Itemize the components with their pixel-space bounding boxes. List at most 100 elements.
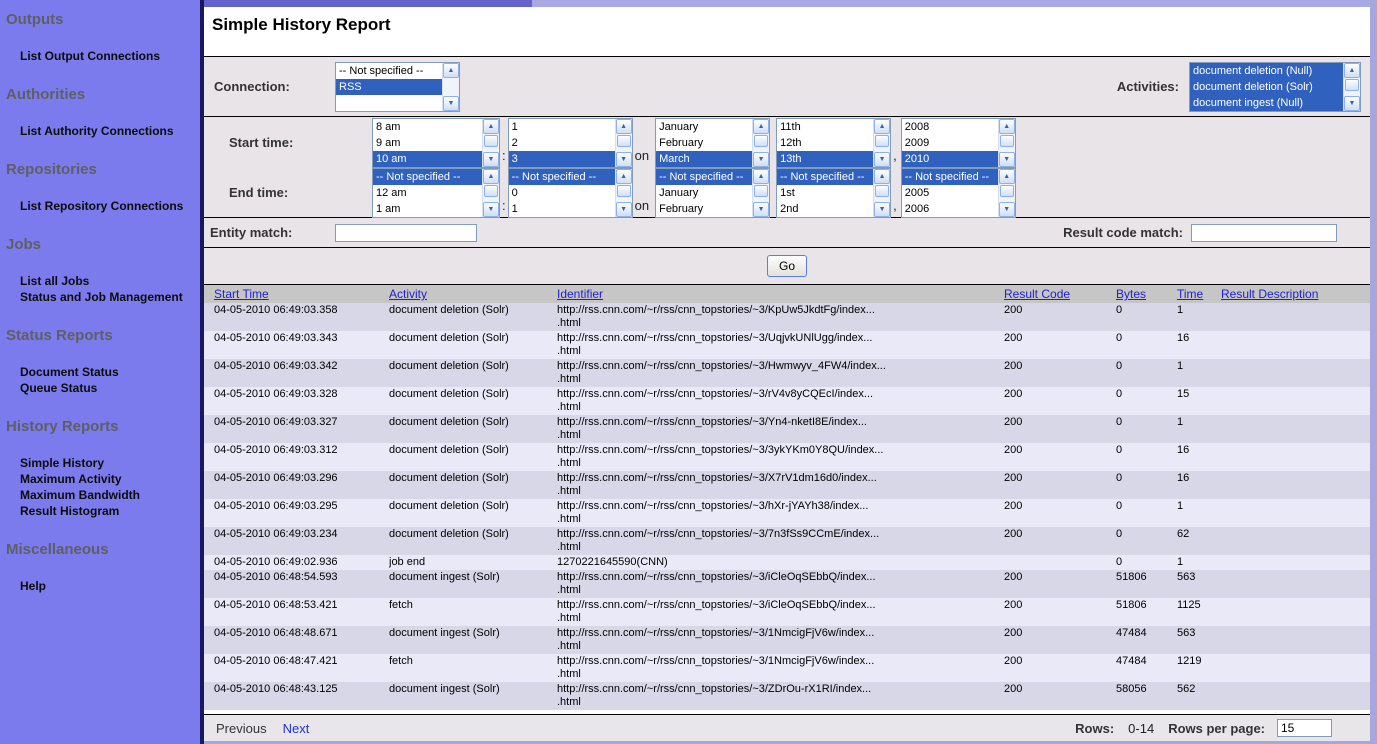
scrollbar[interactable]: ▲ ▼ — [615, 119, 632, 167]
day-option[interactable]: 2nd — [777, 201, 873, 217]
scrollbar-track[interactable] — [616, 184, 632, 202]
column-header-link[interactable]: Result Description — [1221, 287, 1318, 301]
scrollbar[interactable]: ▲ ▼ — [752, 119, 769, 167]
day-option[interactable]: 13th — [777, 151, 873, 167]
hour-option[interactable]: -- Not specified -- — [373, 169, 482, 185]
scroll-up-icon[interactable]: ▲ — [483, 119, 499, 134]
month-option[interactable]: January — [656, 119, 752, 135]
end-minute-listbox[interactable]: -- Not specified --01 ▲ ▼ — [508, 168, 633, 218]
scrollbar-track[interactable] — [874, 134, 890, 152]
end-day-listbox[interactable]: -- Not specified --1st2nd ▲ ▼ — [776, 168, 891, 218]
sidebar-item-list-output-connections[interactable]: List Output Connections — [20, 48, 200, 64]
sidebar-item-document-status[interactable]: Document Status — [20, 364, 200, 380]
column-header-link[interactable]: Bytes — [1116, 287, 1146, 301]
day-option[interactable]: -- Not specified -- — [777, 169, 873, 185]
scroll-up-icon[interactable]: ▲ — [874, 119, 890, 134]
connection-option[interactable]: RSS — [336, 79, 442, 95]
sidebar-item-list-authority-connections[interactable]: List Authority Connections — [20, 123, 200, 139]
scrollbar[interactable]: ▲ ▼ — [615, 169, 632, 217]
start-month-listbox[interactable]: JanuaryFebruaryMarch ▲ ▼ — [655, 118, 770, 168]
scrollbar-thumb[interactable] — [1000, 135, 1014, 147]
day-option[interactable]: 1st — [777, 185, 873, 201]
month-option[interactable]: January — [656, 185, 752, 201]
sidebar-item-maximum-bandwidth[interactable]: Maximum Bandwidth — [20, 487, 200, 503]
connection-scrollbar[interactable]: ▲ ▼ — [442, 63, 459, 111]
minute-option[interactable]: 0 — [509, 185, 615, 201]
scrollbar-thumb[interactable] — [617, 185, 631, 197]
next-link[interactable]: Next — [283, 721, 310, 736]
scrollbar[interactable]: ▲ ▼ — [873, 169, 890, 217]
month-option[interactable]: March — [656, 151, 752, 167]
scroll-down-icon[interactable]: ▼ — [483, 202, 499, 217]
scrollbar-track[interactable] — [999, 134, 1015, 152]
sidebar-item-status-and-job-management[interactable]: Status and Job Management — [20, 289, 200, 305]
scrollbar-track[interactable] — [1344, 78, 1360, 96]
start-year-listbox[interactable]: 200820092010 ▲ ▼ — [901, 118, 1016, 168]
scroll-down-icon[interactable]: ▼ — [874, 152, 890, 167]
scroll-up-icon[interactable]: ▲ — [874, 169, 890, 184]
scroll-down-icon[interactable]: ▼ — [753, 152, 769, 167]
day-option[interactable]: 12th — [777, 135, 873, 151]
minute-option[interactable]: 1 — [509, 201, 615, 217]
hour-option[interactable]: 8 am — [373, 119, 482, 135]
scroll-down-icon[interactable]: ▼ — [443, 96, 459, 111]
scrollbar[interactable]: ▲ ▼ — [998, 169, 1015, 217]
hour-option[interactable]: 12 am — [373, 185, 482, 201]
scrollbar[interactable]: ▲ ▼ — [482, 169, 499, 217]
scroll-up-icon[interactable]: ▲ — [999, 119, 1015, 134]
column-header-link[interactable]: Result Code — [1004, 287, 1070, 301]
scroll-down-icon[interactable]: ▼ — [1344, 96, 1360, 111]
scroll-down-icon[interactable]: ▼ — [999, 202, 1015, 217]
go-button[interactable]: Go — [767, 255, 807, 277]
scroll-up-icon[interactable]: ▲ — [753, 169, 769, 184]
column-header-link[interactable]: Start Time — [214, 287, 269, 301]
month-option[interactable]: February — [656, 201, 752, 217]
result-code-match-input[interactable] — [1191, 224, 1337, 242]
end-month-listbox[interactable]: -- Not specified --JanuaryFebruary ▲ ▼ — [655, 168, 770, 218]
scrollbar[interactable]: ▲ ▼ — [482, 119, 499, 167]
scroll-down-icon[interactable]: ▼ — [616, 152, 632, 167]
scrollbar-track[interactable] — [483, 184, 499, 202]
scroll-up-icon[interactable]: ▲ — [999, 169, 1015, 184]
scrollbar-thumb[interactable] — [875, 135, 889, 147]
scrollbar[interactable]: ▲ ▼ — [752, 169, 769, 217]
hour-option[interactable]: 10 am — [373, 151, 482, 167]
scroll-up-icon[interactable]: ▲ — [443, 63, 459, 78]
entity-match-input[interactable] — [335, 224, 477, 242]
year-option[interactable]: 2009 — [902, 135, 998, 151]
scroll-down-icon[interactable]: ▼ — [483, 152, 499, 167]
scroll-down-icon[interactable]: ▼ — [999, 152, 1015, 167]
sidebar-item-result-histogram[interactable]: Result Histogram — [20, 503, 200, 519]
year-option[interactable]: 2008 — [902, 119, 998, 135]
scrollbar-track[interactable] — [753, 184, 769, 202]
scrollbar-thumb[interactable] — [484, 185, 498, 197]
column-header-link[interactable]: Activity — [389, 287, 427, 301]
year-option[interactable]: 2006 — [902, 201, 998, 217]
activity-option[interactable]: document ingest (Null) — [1190, 95, 1343, 111]
start-minute-listbox[interactable]: 123 ▲ ▼ — [508, 118, 633, 168]
start-day-listbox[interactable]: 11th12th13th ▲ ▼ — [776, 118, 891, 168]
year-option[interactable]: -- Not specified -- — [902, 169, 998, 185]
minute-option[interactable]: 2 — [509, 135, 615, 151]
hour-option[interactable]: 1 am — [373, 201, 482, 217]
month-option[interactable]: February — [656, 135, 752, 151]
scrollbar-track[interactable] — [483, 134, 499, 152]
scrollbar-thumb[interactable] — [617, 135, 631, 147]
scroll-up-icon[interactable]: ▲ — [1344, 63, 1360, 78]
scrollbar-thumb[interactable] — [754, 185, 768, 197]
connection-option[interactable]: -- Not specified -- — [336, 63, 442, 79]
activities-scrollbar[interactable]: ▲ ▼ — [1343, 63, 1360, 111]
scroll-down-icon[interactable]: ▼ — [753, 202, 769, 217]
scrollbar-thumb[interactable] — [484, 135, 498, 147]
scrollbar-thumb[interactable] — [875, 185, 889, 197]
column-header-link[interactable]: Time — [1177, 287, 1203, 301]
hour-option[interactable]: 9 am — [373, 135, 482, 151]
end-hour-listbox[interactable]: -- Not specified --12 am1 am ▲ ▼ — [372, 168, 500, 218]
sidebar-item-maximum-activity[interactable]: Maximum Activity — [20, 471, 200, 487]
year-option[interactable]: 2010 — [902, 151, 998, 167]
connection-listbox[interactable]: -- Not specified --RSS ▲ ▼ — [335, 62, 460, 112]
start-hour-listbox[interactable]: 8 am9 am10 am ▲ ▼ — [372, 118, 500, 168]
scroll-down-icon[interactable]: ▼ — [616, 202, 632, 217]
scrollbar[interactable]: ▲ ▼ — [873, 119, 890, 167]
month-option[interactable]: -- Not specified -- — [656, 169, 752, 185]
